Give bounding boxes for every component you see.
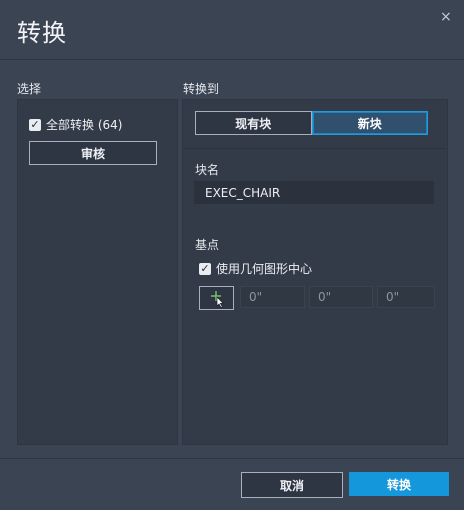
convert-to-divider	[183, 148, 446, 149]
use-geometry-center-label: 使用几何图形中心	[216, 262, 313, 276]
pick-point-button[interactable]	[199, 286, 234, 310]
header-divider	[0, 59, 464, 60]
cancel-button[interactable]: 取消	[241, 472, 343, 498]
base-point-x-input[interactable]: 0"	[240, 286, 305, 308]
convert-all-label: 全部转换 (64)	[46, 118, 123, 132]
tab-existing-block[interactable]: 现有块	[195, 111, 312, 135]
check-icon: ✓	[29, 117, 41, 131]
dialog-title: 转换	[17, 19, 67, 47]
select-section-label: 选择	[17, 82, 42, 96]
tab-new-block[interactable]: 新块	[311, 111, 428, 135]
footer-divider	[0, 458, 464, 459]
close-icon[interactable]: ×	[440, 9, 452, 25]
convert-all-checkbox[interactable]: ✓ 全部转换 (64)	[29, 116, 122, 133]
convert-button[interactable]: 转换	[349, 472, 449, 496]
base-point-label: 基点	[195, 238, 220, 252]
block-name-label: 块名	[195, 163, 220, 177]
check-icon: ✓	[199, 261, 211, 275]
convert-to-section-label: 转换到	[183, 82, 220, 96]
base-point-y-input[interactable]: 0"	[309, 286, 373, 308]
use-geometry-center-checkbox[interactable]: ✓ 使用几何图形中心	[199, 260, 312, 277]
block-name-input[interactable]: EXEC_CHAIR	[194, 181, 434, 204]
convert-dialog: 转换 × 选择 转换到 ✓ 全部转换 (64) 审核 现有块 新块 块名 EXE…	[0, 0, 464, 510]
base-point-z-input[interactable]: 0"	[377, 286, 435, 308]
target-type-toggle: 现有块 新块	[195, 111, 428, 135]
pick-point-icon	[211, 291, 224, 308]
review-button[interactable]: 审核	[29, 141, 157, 165]
